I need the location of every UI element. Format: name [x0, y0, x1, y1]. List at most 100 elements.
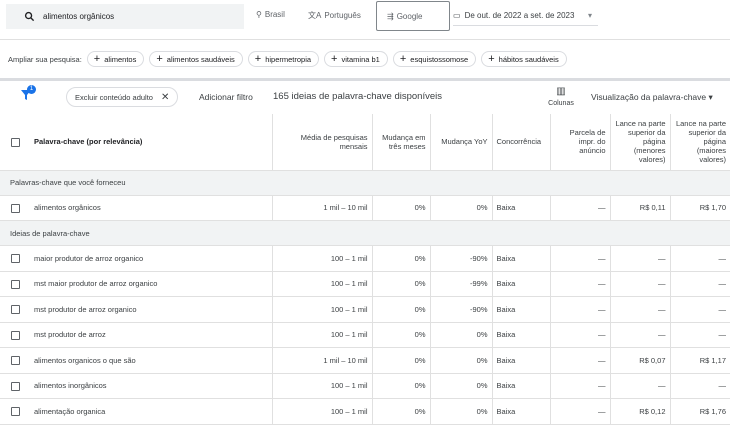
cell-bid-low: R$ 0,11 [609, 195, 670, 221]
cell-bid-low: — [609, 271, 670, 297]
cell-impression-share: — [549, 322, 610, 348]
plus-icon: + [156, 53, 163, 65]
table-row[interactable]: alimentos orgânicos 1 mil – 10 mil 0% 0% Bai… [0, 195, 730, 221]
location-pin-icon: ⚲ [256, 10, 262, 19]
cell-impression-share: — [549, 373, 610, 399]
cell-bid-low: — [609, 322, 670, 348]
broaden-chip[interactable]: + vitamina b1 [324, 51, 388, 67]
row-checkbox[interactable] [10, 254, 20, 263]
plus-icon: + [399, 53, 407, 65]
cell-competition: Baixa [491, 296, 550, 323]
cell-keyword: mst produtor de arroz [30, 322, 272, 348]
view-selector[interactable]: Visualização da palavra-chave ▾ [591, 92, 713, 103]
broaden-chip[interactable]: + hábitos saudáveis [481, 51, 567, 67]
cell-three-month-change: 0% [371, 398, 430, 425]
cell-three-month-change: 0% [371, 195, 430, 221]
cell-competition: Baixa [491, 373, 550, 399]
cell-bid-low: — [609, 245, 670, 272]
cell-bid-high: — [669, 373, 730, 399]
cell-competition: Baixa [491, 195, 550, 221]
close-icon[interactable]: ✕ [161, 92, 169, 103]
cell-keyword: mst produtor de arroz organico [30, 296, 272, 323]
search-icon [24, 11, 35, 22]
table-row[interactable]: alimentos organicos o que são 1 mil – 10 … [0, 347, 730, 374]
chip-label: esquistossomose [410, 54, 469, 64]
cell-impression-share: — [549, 398, 610, 425]
cell-bid-high: — [669, 245, 730, 272]
cell-bid-high: R$ 1,76 [669, 398, 730, 425]
row-checkbox[interactable] [10, 203, 20, 213]
language-selector[interactable]: 文A Português [308, 10, 361, 21]
network-label: Google [396, 11, 423, 21]
cell-bid-low: — [609, 296, 670, 323]
filter-chip-adult[interactable]: Excluir conteúdo adulto ✕ [66, 87, 179, 107]
date-range-selector[interactable]: ▭ De out. de 2022 a set. de 2023 ▾ [453, 6, 598, 26]
row-checkbox[interactable] [10, 305, 20, 314]
chip-label: alimentos [104, 54, 137, 64]
header-bid-low[interactable]: Lance na parte superior da página (menor… [609, 114, 670, 171]
filter-chip-label: Excluir conteúdo adulto [75, 92, 153, 102]
header-keyword[interactable]: Palavra-chave (por relevância) [30, 114, 272, 171]
header-three-month[interactable]: Mudança em três meses [371, 114, 430, 171]
dropdown-arrow-icon: ▾ [587, 11, 592, 20]
view-label: Visualização da palavra-chave [591, 92, 707, 102]
results-count: 165 ideias de palavra-chave disponíveis [273, 91, 442, 102]
table-row[interactable]: alimentação organica 100 – 1 mil 0% 0% Baixa… [0, 398, 730, 425]
cell-yoy-change: 0% [429, 373, 492, 399]
filter-button[interactable]: 1 [20, 85, 36, 104]
cell-three-month-change: 0% [371, 245, 430, 272]
search-input[interactable]: alimentos orgânicos [6, 4, 244, 29]
table-row[interactable]: maior produtor de arroz organico 100 – 1 … [0, 245, 730, 272]
table-row[interactable]: mst produtor de arroz 100 – 1 mil 0% 0% Baix… [0, 322, 730, 348]
row-checkbox[interactable] [10, 330, 20, 340]
cell-competition: Baixa [491, 398, 550, 425]
cell-bid-high: R$ 1,17 [669, 347, 730, 374]
header-bid-high[interactable]: Lance na parte superior da página (maior… [669, 114, 730, 171]
cell-avg-searches: 100 – 1 mil [271, 373, 372, 399]
location-selector[interactable]: ⚲ Brasil [256, 10, 285, 19]
header-yoy[interactable]: Mudança YoY [429, 114, 492, 171]
cell-keyword: alimentos organicos o que são [30, 347, 272, 374]
table-row[interactable]: mst maior produtor de arroz organico 100 … [0, 271, 730, 297]
cell-competition: Baixa [491, 271, 550, 297]
broaden-chip[interactable]: + alimentos [86, 51, 145, 67]
group-label: Ideias de palavra-chave [0, 220, 730, 246]
group-row: Palavras-chave que você forneceu [0, 170, 730, 196]
cell-impression-share: — [549, 245, 610, 272]
cell-keyword: alimentação organica [30, 398, 272, 425]
chip-label: hábitos saudáveis [498, 54, 559, 64]
select-all-checkbox[interactable] [10, 137, 20, 147]
columns-button[interactable]: ▥ Colunas [546, 86, 576, 107]
dropdown-arrow-icon: ▾ [708, 92, 713, 102]
row-checkbox[interactable] [10, 381, 20, 391]
columns-label: Colunas [548, 100, 574, 107]
row-checkbox[interactable] [10, 407, 20, 416]
table-row[interactable]: mst produtor de arroz organico 100 – 1 mi… [0, 296, 730, 323]
header-impression-share[interactable]: Parcela de impr. do anúncio [549, 114, 610, 171]
row-checkbox[interactable] [10, 356, 20, 365]
add-filter-button[interactable]: Adicionar filtro [199, 92, 253, 102]
cell-keyword: mst maior produtor de arroz organico [30, 271, 272, 297]
header-competition[interactable]: Concorrência [491, 114, 550, 171]
cell-yoy-change: 0% [429, 347, 492, 374]
language-label: Português [324, 11, 361, 20]
cell-bid-low: — [609, 373, 670, 399]
chip-label: alimentos saudáveis [166, 54, 235, 64]
cell-bid-high: — [669, 322, 730, 348]
network-selector[interactable]: ⇶ Google [376, 1, 450, 31]
header-avg-searches[interactable]: Média de pesquisas mensais [271, 114, 372, 171]
broaden-chip[interactable]: + esquistossomose [392, 51, 477, 67]
broaden-chip[interactable]: + hipermetropia [247, 51, 320, 67]
cell-competition: Baixa [491, 322, 550, 348]
table-row[interactable]: alimentos inorgânicos 100 – 1 mil 0% 0% Baix… [0, 373, 730, 399]
cell-bid-low: R$ 0,07 [609, 347, 670, 374]
cell-bid-high: — [669, 296, 730, 323]
broaden-chip[interactable]: + alimentos saudáveis [149, 51, 243, 67]
chip-label: vitamina b1 [341, 54, 380, 64]
row-checkbox[interactable] [10, 279, 20, 289]
plus-icon: + [488, 53, 495, 65]
cell-three-month-change: 0% [371, 373, 430, 399]
plus-icon: + [93, 53, 101, 65]
keyword-table: Palavra-chave (por relevância) Média de … [0, 114, 730, 425]
cell-impression-share: — [549, 195, 610, 221]
